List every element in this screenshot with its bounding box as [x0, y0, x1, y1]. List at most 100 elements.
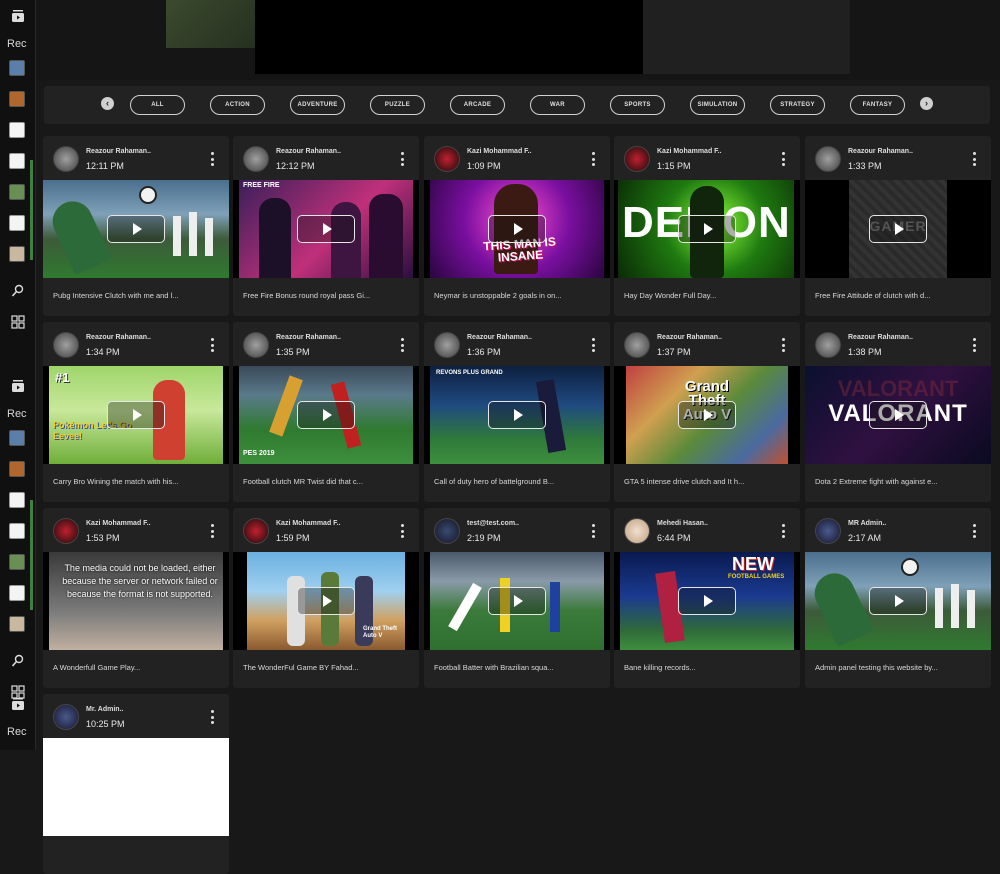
play-icon[interactable] — [488, 215, 546, 243]
video-card[interactable]: Reazour Rahaman.. 1:36 PM REVONS PLUS GRAN… — [424, 322, 610, 502]
channel-name[interactable]: MR Admin.. — [848, 520, 886, 527]
channel-name[interactable]: Reazour Rahaman.. — [467, 334, 532, 341]
channel-name[interactable]: Reazour Rahaman.. — [276, 148, 341, 155]
avatar[interactable] — [243, 332, 269, 358]
category-pill-simulation[interactable]: SIMULATION — [690, 95, 745, 115]
channel-name[interactable]: Reazour Rahaman.. — [848, 334, 913, 341]
category-pill-all[interactable]: ALL — [130, 95, 185, 115]
sidebar-item-subscriptions[interactable] — [0, 2, 35, 30]
play-icon[interactable] — [297, 401, 355, 429]
sidebar-item-subscriptions[interactable] — [0, 372, 35, 400]
video-title[interactable]: Dota 2 Extreme fight with against e... — [815, 477, 981, 486]
sidebar-item-subscriptions[interactable] — [0, 690, 35, 718]
sidebar-recent-item[interactable] — [0, 240, 35, 268]
more-options-icon[interactable] — [209, 338, 215, 352]
avatar[interactable] — [243, 146, 269, 172]
more-options-icon[interactable] — [399, 152, 405, 166]
video-card[interactable]: Mr. Admin.. 10:25 PM — [43, 694, 229, 874]
video-media[interactable]: PES 2019 — [233, 366, 419, 464]
video-title[interactable]: Football clutch MR Twist did that c... — [243, 477, 409, 486]
sidebar-recent-item[interactable] — [0, 54, 35, 82]
category-pill-arcade[interactable]: ARCADE — [450, 95, 505, 115]
more-options-icon[interactable] — [590, 524, 596, 538]
video-card[interactable]: MR Admin.. 2:17 AM Admin panel testing thi… — [805, 508, 991, 688]
sidebar-recent-item[interactable] — [0, 116, 35, 144]
sidebar-item-search[interactable] — [0, 277, 35, 305]
channel-name[interactable]: Kazi Mohammad F.. — [276, 520, 341, 527]
video-title[interactable]: Admin panel testing this website by... — [815, 663, 981, 672]
avatar[interactable] — [815, 146, 841, 172]
video-title[interactable]: Free Fire Attitude of clutch with d... — [815, 291, 981, 300]
avatar[interactable] — [434, 332, 460, 358]
sidebar-recent-item[interactable] — [0, 455, 35, 483]
avatar[interactable] — [53, 704, 79, 730]
sidebar-recent-item[interactable] — [0, 486, 35, 514]
avatar[interactable] — [624, 332, 650, 358]
channel-name[interactable]: Reazour Rahaman.. — [848, 148, 913, 155]
more-options-icon[interactable] — [399, 524, 405, 538]
video-media[interactable]: #1 Pokémon Let's Go Eevee! — [43, 366, 229, 464]
category-pill-action[interactable]: ACTION — [210, 95, 265, 115]
video-title[interactable]: Carry Bro Wining the match with his... — [53, 477, 219, 486]
channel-name[interactable]: Mr. Admin.. — [86, 706, 123, 713]
video-media[interactable]: FREE FIRE — [233, 180, 419, 278]
video-title[interactable]: Bane killing records... — [624, 663, 790, 672]
video-card[interactable]: test@test.com.. 2:19 PM Football Batter wi… — [424, 508, 610, 688]
more-options-icon[interactable] — [209, 152, 215, 166]
video-media[interactable] — [805, 552, 991, 650]
more-options-icon[interactable] — [780, 152, 786, 166]
sidebar-item-search[interactable] — [0, 647, 35, 675]
channel-name[interactable]: test@test.com.. — [467, 520, 519, 527]
channel-name[interactable]: Kazi Mohammad F.. — [86, 520, 151, 527]
video-card[interactable]: Reazour Rahaman.. 12:11 PM Pubg Intensive … — [43, 136, 229, 316]
video-media[interactable] — [424, 552, 610, 650]
video-card[interactable]: Reazour Rahaman.. 1:37 PM Grand Theft Auto… — [614, 322, 800, 502]
channel-name[interactable]: Reazour Rahaman.. — [86, 148, 151, 155]
channel-name[interactable]: Mehedi Hasan.. — [657, 520, 708, 527]
more-options-icon[interactable] — [590, 338, 596, 352]
sidebar-item-categories[interactable] — [0, 308, 35, 336]
more-options-icon[interactable] — [971, 524, 977, 538]
sidebar-recent-item[interactable] — [0, 517, 35, 545]
category-pill-strategy[interactable]: STRATEGY — [770, 95, 825, 115]
play-icon[interactable] — [678, 215, 736, 243]
sidebar-recent-item[interactable] — [0, 579, 35, 607]
video-title[interactable]: Neymar is unstoppable 2 goals in on... — [434, 291, 600, 300]
category-pill-war[interactable]: WAR — [530, 95, 585, 115]
avatar[interactable] — [53, 518, 79, 544]
sidebar-recent-item[interactable] — [0, 548, 35, 576]
play-icon[interactable] — [107, 401, 165, 429]
play-icon[interactable] — [488, 401, 546, 429]
video-media[interactable]: VALORANT VALORANT — [805, 366, 991, 464]
play-icon[interactable] — [678, 401, 736, 429]
sidebar-recent-item[interactable] — [0, 610, 35, 638]
video-card[interactable]: Reazour Rahaman.. 12:12 PM FREE FIRE Free F… — [233, 136, 419, 316]
category-pill-adventure[interactable]: ADVENTURE — [290, 95, 345, 115]
channel-name[interactable]: Reazour Rahaman.. — [86, 334, 151, 341]
channel-name[interactable]: Reazour Rahaman.. — [276, 334, 341, 341]
more-options-icon[interactable] — [780, 524, 786, 538]
category-next-icon[interactable]: › — [920, 97, 933, 110]
video-title[interactable]: Call of duty hero of battelground B... — [434, 477, 600, 486]
more-options-icon[interactable] — [209, 524, 215, 538]
video-media[interactable]: NEW FOOTBALL GAMES — [614, 552, 800, 650]
video-media[interactable]: THIS MAN IS INSANE — [424, 180, 610, 278]
sidebar-recent-item[interactable] — [0, 209, 35, 237]
sidebar-recent-item[interactable] — [0, 85, 35, 113]
play-icon[interactable] — [297, 587, 355, 615]
video-media[interactable]: DEMON — [614, 180, 800, 278]
video-card[interactable]: Reazour Rahaman.. 1:33 PM GAMER Free Fire A… — [805, 136, 991, 316]
video-card[interactable]: Kazi Mohammad F.. 1:53 PM The media could … — [43, 508, 229, 688]
channel-name[interactable]: Kazi Mohammad F.. — [467, 148, 532, 155]
top-thumbnail[interactable] — [166, 0, 256, 48]
video-card[interactable]: Mehedi Hasan.. 6:44 PM NEW FOOTBALL GAMES Ba… — [614, 508, 800, 688]
more-options-icon[interactable] — [209, 710, 215, 724]
avatar[interactable] — [243, 518, 269, 544]
video-media[interactable] — [43, 738, 229, 836]
video-title[interactable]: Pubg Intensive Clutch with me and l... — [53, 291, 219, 300]
video-title[interactable]: A Wonderfull Game Play... — [53, 663, 219, 672]
video-player[interactable] — [255, 0, 643, 74]
channel-name[interactable]: Kazi Mohammad F.. — [657, 148, 722, 155]
category-pill-puzzle[interactable]: PUZZLE — [370, 95, 425, 115]
video-media[interactable]: REVONS PLUS GRAND — [424, 366, 610, 464]
